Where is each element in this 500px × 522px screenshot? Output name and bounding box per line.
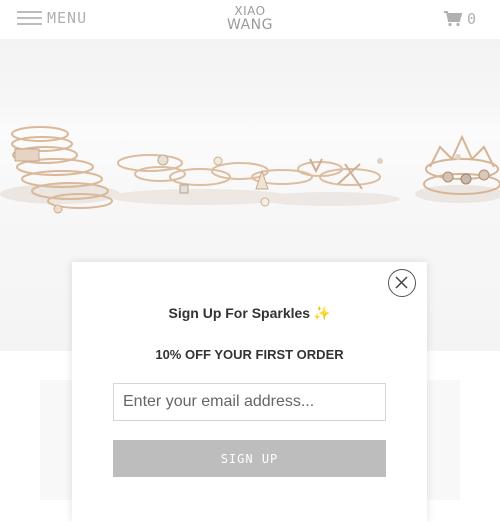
sparkles-icon: ✨ bbox=[313, 305, 331, 321]
cart-count: 0 bbox=[467, 10, 477, 28]
discount-offer-text: 10% OFF YOUR FIRST ORDER bbox=[155, 347, 344, 362]
newsletter-popup: Sign Up For Sparkles ✨ 10% OFF YOUR FIRST… bbox=[72, 262, 427, 522]
logo-line-1: XIAO bbox=[234, 4, 266, 18]
email-input[interactable] bbox=[113, 383, 386, 421]
site-header: MENU XIAO WANG 0 bbox=[0, 0, 500, 38]
menu-button[interactable]: MENU bbox=[17, 8, 87, 28]
site-logo[interactable]: XIAO WANG bbox=[222, 5, 278, 35]
close-icon bbox=[395, 276, 408, 289]
popup-title: Sign Up For Sparkles ✨ bbox=[72, 305, 427, 322]
sign-up-button[interactable]: SIGN UP bbox=[113, 440, 386, 477]
close-popup-button[interactable] bbox=[388, 269, 416, 297]
cart-button[interactable]: 0 bbox=[444, 10, 476, 28]
popup-title-text: Sign Up For Sparkles bbox=[168, 305, 311, 321]
logo-line-2: WANG bbox=[227, 17, 273, 33]
menu-label: MENU bbox=[47, 9, 88, 27]
cart-icon bbox=[444, 11, 462, 27]
hamburger-icon bbox=[17, 11, 42, 25]
